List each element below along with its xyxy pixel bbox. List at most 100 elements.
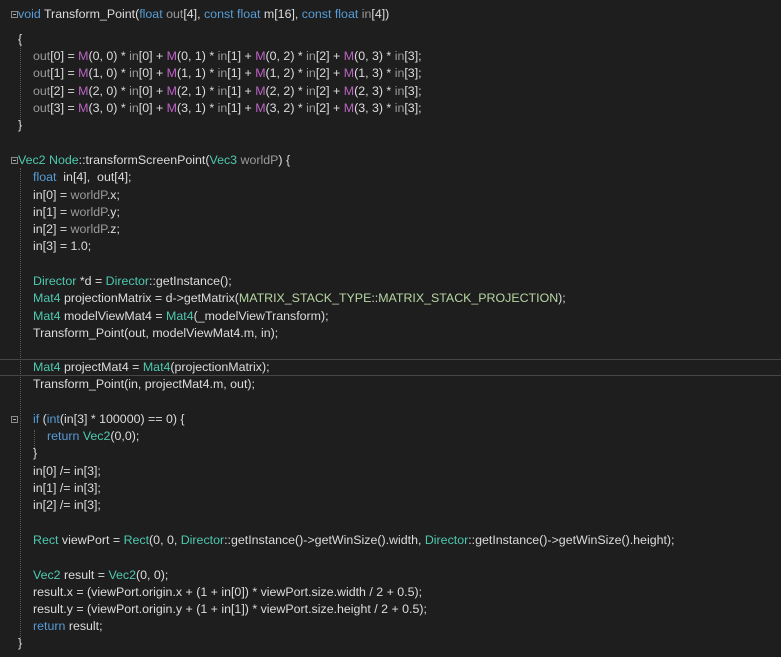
code-line-content: result.x = (viewPort.origin.x + (1 + in[… (33, 584, 422, 601)
current-code-line[interactable]: Mat4 projectMat4 = Mat4(projectionMatrix… (0, 359, 781, 376)
code-token: in[3] = 1.0; (33, 239, 92, 253)
code-line[interactable]: in[1] = worldP.y; (0, 204, 781, 221)
code-line[interactable]: Mat4 modelViewMat4 = Mat4(_modelViewTran… (0, 308, 781, 325)
code-line-content: Transform_Point(in, projectMat4.m, out); (33, 376, 255, 393)
code-token: [0] + (138, 84, 167, 98)
code-line[interactable] (0, 342, 781, 359)
code-token: in (394, 101, 405, 115)
code-line[interactable]: out[3] = M(3, 0) * in[0] + M(3, 1) * in[… (0, 100, 781, 117)
code-token: in (394, 84, 405, 98)
code-line-content: in[1] = worldP.y; (33, 204, 120, 221)
code-line-content: } (18, 117, 22, 134)
code-line-content: Director *d = Director::getInstance(); (33, 273, 232, 290)
code-line[interactable]: Transform_Point(out, modelViewMat4.m, in… (0, 325, 781, 342)
code-line[interactable]: Vec2 result = Vec2(0, 0); (0, 567, 781, 584)
collapse-icon[interactable] (11, 416, 18, 423)
code-line-content: out[3] = M(3, 0) * in[0] + M(3, 1) * in[… (33, 100, 422, 117)
code-token: [3]; (404, 49, 422, 63)
code-token: (3, 2) * (265, 101, 307, 115)
code-token: Vec3 (209, 153, 238, 167)
code-line[interactable]: Transform_Point(in, projectMat4.m, out); (0, 376, 781, 393)
code-token: (1, 2) * (265, 66, 307, 80)
code-line[interactable]: } (0, 635, 781, 652)
code-line[interactable]: result.y = (viewPort.origin.y + (1 + in[… (0, 601, 781, 618)
code-line[interactable]: return result; (0, 618, 781, 635)
code-token: in[4], out[4]; (56, 170, 132, 184)
code-line-content: Transform_Point(out, modelViewMat4.m, in… (33, 325, 278, 342)
code-token: (0,0); (110, 429, 140, 443)
code-token: (0, 1) * (177, 49, 218, 63)
code-line[interactable]: if (int(in[3] * 100000) == 0) { (0, 411, 781, 428)
code-token: projectMat4 = (60, 360, 143, 374)
code-token: [2] + (315, 84, 344, 98)
collapse-icon[interactable] (11, 11, 18, 18)
code-line-content: } (33, 445, 37, 462)
code-line[interactable]: in[3] = 1.0; (0, 238, 781, 255)
code-editor[interactable]: void Transform_Point(float out[4], const… (0, 0, 781, 657)
code-line[interactable]: in[2] /= in[3]; (0, 497, 781, 514)
code-line[interactable]: Mat4 projectionMatrix = d->getMatrix(MAT… (0, 290, 781, 307)
code-token: (projectionMatrix); (170, 360, 270, 374)
code-token: in (129, 66, 139, 80)
code-token: (3, 3) * (354, 101, 395, 115)
code-line[interactable] (0, 135, 781, 152)
code-line[interactable]: in[1] /= in[3]; (0, 480, 781, 497)
code-token: result.y = (viewPort.origin.y + (1 + in[… (33, 602, 427, 616)
code-line[interactable]: in[0] /= in[3]; (0, 463, 781, 480)
code-line-content: Mat4 modelViewMat4 = Mat4(_modelViewTran… (33, 308, 329, 325)
code-line[interactable] (0, 515, 781, 532)
code-line-content: in[3] = 1.0; (33, 238, 91, 255)
code-line-content: } (18, 635, 22, 652)
code-token: [1] = (50, 66, 79, 80)
code-token: } (33, 446, 38, 460)
code-token: Transform_Point( (40, 7, 140, 21)
code-line[interactable]: Director *d = Director::getInstance(); (0, 273, 781, 290)
code-token: in (217, 84, 228, 98)
code-line[interactable]: { (0, 31, 781, 48)
code-token: worldP (70, 205, 107, 219)
code-token: result = (60, 568, 109, 582)
code-token: worldP (237, 153, 279, 167)
code-line[interactable]: } (0, 445, 781, 462)
code-token: M (166, 84, 177, 98)
code-token: float (33, 170, 57, 184)
code-line[interactable]: float in[4], out[4]; (0, 169, 781, 186)
code-token: MATRIX_STACK_PROJECTION (378, 291, 559, 305)
code-line[interactable]: Rect viewPort = Rect(0, 0, Director::get… (0, 532, 781, 549)
code-token: out (33, 84, 51, 98)
code-token: } (18, 636, 23, 650)
code-line[interactable]: } (0, 117, 781, 134)
code-line-content: { (18, 31, 22, 48)
code-token: const float (301, 7, 359, 21)
code-token: (0, 0) * (88, 49, 130, 63)
code-line[interactable]: void Transform_Point(float out[4], const… (0, 6, 781, 23)
code-token: M (255, 84, 266, 98)
code-token: (0, 3) * (354, 49, 395, 63)
code-line[interactable] (0, 256, 781, 273)
code-line[interactable]: out[0] = M(0, 0) * in[0] + M(0, 1) * in[… (0, 48, 781, 65)
code-token: result.x = (viewPort.origin.x + (1 + in[… (33, 585, 423, 599)
code-token: in (217, 101, 228, 115)
code-token: ( (39, 412, 47, 426)
code-token: in (217, 49, 228, 63)
code-token: Vec2 (33, 568, 61, 582)
code-token: in (129, 84, 139, 98)
code-token: Vec2 (82, 429, 111, 443)
code-token: [1] + (227, 101, 256, 115)
code-token: M (255, 101, 266, 115)
code-line[interactable] (0, 394, 781, 411)
code-token: viewPort = (58, 533, 124, 547)
code-line[interactable]: out[1] = M(1, 0) * in[0] + M(1, 1) * in[… (0, 65, 781, 82)
collapse-icon[interactable] (11, 157, 18, 164)
code-token: M (78, 49, 89, 63)
code-token: [4]) (371, 7, 390, 21)
code-line[interactable] (0, 549, 781, 566)
code-line[interactable]: return Vec2(0,0); (0, 428, 781, 445)
code-token: out (33, 101, 51, 115)
code-line[interactable]: Vec2 Node::transformScreenPoint(Vec3 wor… (0, 152, 781, 169)
code-line[interactable]: result.x = (viewPort.origin.x + (1 + in[… (0, 584, 781, 601)
code-line[interactable]: in[2] = worldP.z; (0, 221, 781, 238)
code-line[interactable]: out[2] = M(2, 0) * in[0] + M(2, 1) * in[… (0, 83, 781, 100)
code-line[interactable]: in[0] = worldP.x; (0, 187, 781, 204)
code-token: [4], (183, 7, 204, 21)
